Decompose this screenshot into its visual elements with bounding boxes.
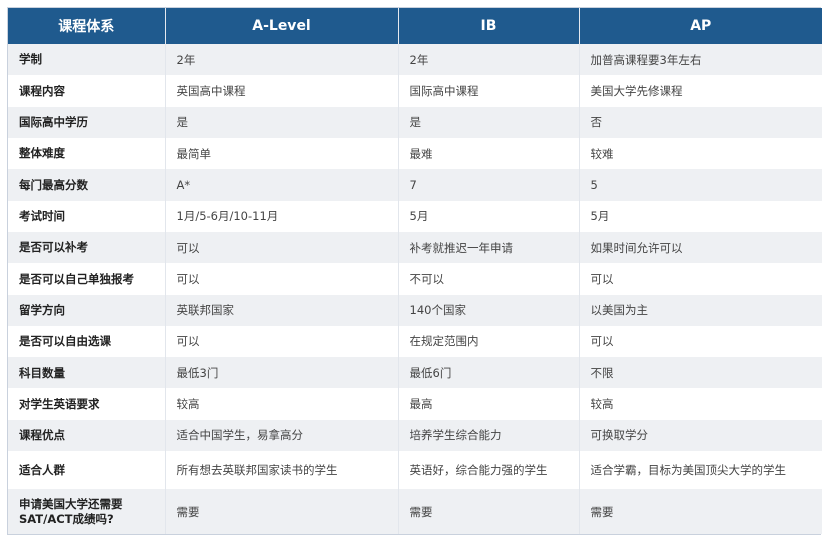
row-label: 是否可以自由选课 [8,325,166,358]
header-a-level: A-Level [165,8,399,44]
table-row: 每门最高分数 A* 7 5 [8,169,822,201]
cell-ap: 不限 [579,357,822,389]
table-row: 留学方向 英联邦国家 140个国家 以美国为主 [8,294,822,326]
cell-a-level: 所有想去英联邦国家读书的学生 [165,451,399,490]
cell-ib: 5月 [398,200,580,232]
cell-a-level: 需要 [165,489,399,534]
cell-a-level: A* [165,169,399,201]
comparison-table-container: 课程体系 A-Level IB AP 学制 2年 2年 加普高课程要3年左右 课… [7,7,822,535]
row-label: 学制 [8,44,166,76]
table-row: 适合人群 所有想去英联邦国家读书的学生 英语好，综合能力强的学生 适合学霸，目标… [8,451,822,490]
table-body: 学制 2年 2年 加普高课程要3年左右 课程内容 英国高中课程 国际高中课程 美… [8,44,822,534]
cell-ap: 适合学霸，目标为美国顶尖大学的学生 [579,451,822,490]
row-label: 科目数量 [8,357,166,389]
curriculum-comparison-table: 课程体系 A-Level IB AP 学制 2年 2年 加普高课程要3年左右 课… [8,8,822,534]
table-row: 课程内容 英国高中课程 国际高中课程 美国大学先修课程 [8,75,822,107]
row-label: 考试时间 [8,200,166,232]
table-row: 整体难度 最简单 最难 较难 [8,137,822,170]
cell-ap: 可以 [579,263,822,295]
cell-a-level: 可以 [165,231,399,264]
cell-a-level: 较高 [165,388,399,420]
cell-ap: 可以 [579,325,822,358]
row-label: 是否可以自己单独报考 [8,263,166,295]
cell-ib: 需要 [398,489,580,534]
cell-ib: 7 [398,169,580,201]
row-label: 课程优点 [8,419,166,452]
cell-ap: 可换取学分 [579,419,822,452]
header-curriculum-system: 课程体系 [8,8,166,44]
table-header: 课程体系 A-Level IB AP [8,8,822,44]
cell-ap: 需要 [579,489,822,534]
cell-ap: 加普高课程要3年左右 [579,44,822,76]
header-ap: AP [579,8,822,44]
row-label: 整体难度 [8,137,166,170]
cell-ib: 是 [398,106,580,138]
table-row: 国际高中学历 是 是 否 [8,106,822,138]
cell-a-level: 适合中国学生，易拿高分 [165,419,399,452]
header-ib: IB [398,8,580,44]
cell-a-level: 英联邦国家 [165,294,399,326]
cell-ib: 培养学生综合能力 [398,419,580,452]
cell-a-level: 可以 [165,325,399,358]
cell-ib: 补考就推迟一年申请 [398,231,580,264]
cell-ib: 最高 [398,388,580,420]
cell-ib: 不可以 [398,263,580,295]
cell-ap: 以美国为主 [579,294,822,326]
cell-a-level: 1月/5-6月/10-11月 [165,200,399,232]
cell-a-level: 是 [165,106,399,138]
table-row: 是否可以自己单独报考 可以 不可以 可以 [8,263,822,295]
cell-a-level: 英国高中课程 [165,75,399,107]
cell-ib: 最难 [398,137,580,170]
cell-a-level: 2年 [165,44,399,76]
cell-ib: 最低6门 [398,357,580,389]
table-row: 科目数量 最低3门 最低6门 不限 [8,357,822,389]
table-row: 申请美国大学还需要SAT/ACT成绩吗? 需要 需要 需要 [8,489,822,534]
cell-ap: 美国大学先修课程 [579,75,822,107]
header-row: 课程体系 A-Level IB AP [8,8,822,44]
cell-ap: 否 [579,106,822,138]
row-label: 申请美国大学还需要SAT/ACT成绩吗? [8,489,166,534]
table-row: 是否可以自由选课 可以 在规定范围内 可以 [8,325,822,358]
table-row: 课程优点 适合中国学生，易拿高分 培养学生综合能力 可换取学分 [8,419,822,452]
cell-a-level: 可以 [165,263,399,295]
cell-a-level: 最简单 [165,137,399,170]
table-row: 考试时间 1月/5-6月/10-11月 5月 5月 [8,200,822,232]
cell-ap: 5月 [579,200,822,232]
cell-ib: 英语好，综合能力强的学生 [398,451,580,490]
cell-ap: 如果时间允许可以 [579,231,822,264]
table-row: 对学生英语要求 较高 最高 较高 [8,388,822,420]
table-row: 学制 2年 2年 加普高课程要3年左右 [8,44,822,76]
row-label: 留学方向 [8,294,166,326]
row-label: 对学生英语要求 [8,388,166,420]
cell-ap: 较高 [579,388,822,420]
cell-ib: 140个国家 [398,294,580,326]
table-row: 是否可以补考 可以 补考就推迟一年申请 如果时间允许可以 [8,231,822,264]
row-label: 国际高中学历 [8,106,166,138]
cell-ib: 2年 [398,44,580,76]
cell-a-level: 最低3门 [165,357,399,389]
row-label: 课程内容 [8,75,166,107]
row-label: 每门最高分数 [8,169,166,201]
cell-ap: 5 [579,169,822,201]
cell-ib: 国际高中课程 [398,75,580,107]
row-label: 适合人群 [8,451,166,490]
cell-ap: 较难 [579,137,822,170]
row-label: 是否可以补考 [8,231,166,264]
cell-ib: 在规定范围内 [398,325,580,358]
